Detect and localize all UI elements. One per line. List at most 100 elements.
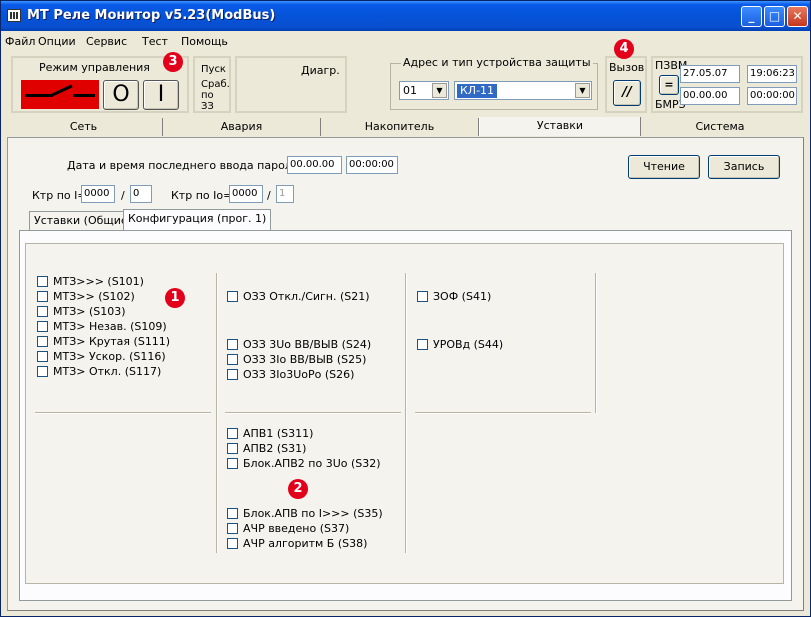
checkbox-label: МТЗ> Ускор. (S116) bbox=[53, 350, 166, 363]
checkbox-box[interactable] bbox=[37, 290, 48, 302]
control-mode-panel: Режим управления O I bbox=[11, 56, 189, 113]
checkbox-mtz-s103[interactable]: МТЗ> (S103) bbox=[37, 305, 126, 319]
menu-file[interactable]: Файл bbox=[5, 35, 35, 48]
checkbox-ozz-s25[interactable]: ОЗЗ 3Io ВВ/ВЫВ (S25) bbox=[227, 353, 367, 367]
tab-general-settings[interactable]: Уставки (Общие) bbox=[29, 211, 137, 230]
checkbox-ozz-s26[interactable]: ОЗЗ 3Io3UoРо (S26) bbox=[227, 368, 355, 382]
checkbox-label: МТЗ> (S103) bbox=[53, 305, 126, 318]
switch-state-indicator bbox=[21, 80, 99, 109]
checkbox-apv-s35[interactable]: Блок.АПВ по I>>> (S35) bbox=[227, 507, 383, 521]
checkbox-label: АЧР введено (S37) bbox=[243, 522, 350, 535]
minimize-button[interactable]: _ bbox=[741, 6, 762, 27]
app-icon bbox=[7, 9, 21, 22]
checkbox-box[interactable] bbox=[227, 442, 238, 454]
checkbox-box[interactable] bbox=[227, 290, 238, 302]
password-time-field[interactable]: 00:00:00 bbox=[346, 156, 398, 174]
checkbox-box[interactable] bbox=[227, 353, 238, 365]
checkbox-apv-s31[interactable]: АПВ2 (S31) bbox=[227, 442, 306, 456]
checkbox-achr-s37[interactable]: АЧР введено (S37) bbox=[227, 522, 350, 536]
write-button[interactable]: Запись bbox=[708, 155, 780, 179]
checkbox-label: ОЗЗ 3Io ВВ/ВЫВ (S25) bbox=[243, 353, 367, 366]
tab-storage[interactable]: Накопитель bbox=[321, 118, 479, 136]
column-separator-2 bbox=[405, 273, 407, 553]
call-button[interactable]: // bbox=[613, 80, 641, 106]
checkbox-box[interactable] bbox=[37, 365, 48, 377]
password-label: Дата и время последнего ввода пароля bbox=[67, 159, 299, 172]
checkbox-mtz-s102[interactable]: МТЗ>> (S102) bbox=[37, 290, 135, 304]
ktr-io-field[interactable]: 0000 bbox=[229, 185, 263, 203]
window-title: МТ Реле Монитор v5.23(ModBus) bbox=[27, 8, 276, 23]
call-panel: Вызов // bbox=[605, 56, 647, 113]
diagram-panel[interactable]: Диагр. bbox=[235, 56, 347, 113]
ktr-io-label: Ктр по Io= bbox=[171, 189, 233, 202]
switch-off-button[interactable]: O bbox=[103, 80, 139, 110]
checkbox-box[interactable] bbox=[37, 335, 48, 347]
checkbox-label: МТЗ>> (S102) bbox=[53, 290, 135, 303]
menu-service[interactable]: Сервис bbox=[86, 35, 127, 48]
main-tab-row: Сеть Авария Накопитель Уставки Система bbox=[5, 117, 805, 136]
checkbox-box[interactable] bbox=[227, 507, 238, 519]
relay-time-field[interactable]: 00:00:00 bbox=[747, 87, 797, 105]
tab-configuration[interactable]: Конфигурация (прог. 1) bbox=[123, 209, 272, 231]
ktr-i-field[interactable]: 0000 bbox=[81, 185, 115, 203]
checkbox-box[interactable] bbox=[227, 537, 238, 549]
checkbox-label: ЗОФ (S41) bbox=[433, 290, 492, 303]
start-label: Пуск bbox=[201, 64, 226, 75]
checkbox-mtz-s117[interactable]: МТЗ> Откл. (S117) bbox=[37, 365, 161, 379]
chevron-down-icon[interactable]: ▼ bbox=[432, 83, 447, 98]
pc-date-field[interactable]: 27.05.07 bbox=[680, 65, 740, 83]
checkbox-mtz-s111[interactable]: МТЗ> Крутая (S111) bbox=[37, 335, 170, 349]
checkbox-box[interactable] bbox=[37, 305, 48, 317]
maximize-button[interactable]: □ bbox=[764, 6, 785, 27]
control-mode-label: Режим управления bbox=[39, 61, 150, 74]
checkbox-box[interactable] bbox=[227, 368, 238, 380]
checkbox-label: ОЗЗ Откл./Сигн. (S21) bbox=[243, 290, 370, 303]
checkbox-box[interactable] bbox=[417, 338, 428, 350]
checkbox-ozz-s24[interactable]: ОЗЗ 3Uo ВВ/ВЫВ (S24) bbox=[227, 338, 371, 352]
checkbox-apv-s32[interactable]: Блок.АПВ2 по 3Uo (S32) bbox=[227, 457, 381, 471]
checkbox-box[interactable] bbox=[227, 457, 238, 469]
checkbox-urov-s44[interactable]: УРОВд (S44) bbox=[417, 338, 503, 352]
checkbox-label: Блок.АПВ2 по 3Uo (S32) bbox=[243, 457, 381, 470]
menu-test[interactable]: Тест bbox=[142, 35, 168, 48]
checkbox-box[interactable] bbox=[417, 290, 428, 302]
tab-settings[interactable]: Уставки bbox=[479, 117, 641, 136]
checkbox-label: ОЗЗ 3Io3UoРо (S26) bbox=[243, 368, 355, 381]
menu-help[interactable]: Помощь bbox=[181, 35, 228, 48]
menu-options[interactable]: Опции bbox=[38, 35, 76, 48]
checkbox-mtz-s109[interactable]: МТЗ> Незав. (S109) bbox=[37, 320, 167, 334]
callout-badge-1: 1 bbox=[165, 288, 185, 308]
ktr-i-label: Ктр по I= bbox=[32, 189, 87, 202]
address-select[interactable]: 01 ▼ bbox=[399, 81, 449, 100]
password-date-field[interactable]: 00.00.00 bbox=[287, 156, 342, 174]
checkbox-achr-s38[interactable]: АЧР алгоритм Б (S38) bbox=[227, 537, 367, 551]
ktr-i-divisor-field[interactable]: 0 bbox=[130, 185, 152, 203]
checkbox-box[interactable] bbox=[227, 338, 238, 350]
device-type-select[interactable]: КЛ-11 ▼ bbox=[454, 81, 592, 100]
switch-on-button[interactable]: I bbox=[143, 80, 179, 110]
checkbox-box[interactable] bbox=[37, 275, 48, 287]
relay-date-field[interactable]: 00.00.00 bbox=[680, 87, 740, 105]
checkbox-mtz-s116[interactable]: МТЗ> Ускор. (S116) bbox=[37, 350, 166, 364]
checkbox-box[interactable] bbox=[227, 427, 238, 439]
close-button[interactable]: ✕ bbox=[787, 6, 808, 27]
column-separator-1 bbox=[216, 273, 218, 553]
checkbox-box[interactable] bbox=[37, 350, 48, 362]
tab-system[interactable]: Система bbox=[641, 118, 799, 136]
trip-label-line1: Сраб. bbox=[201, 79, 230, 90]
tab-fault[interactable]: Авария bbox=[163, 118, 321, 136]
read-button[interactable]: Чтение bbox=[628, 155, 700, 179]
checkbox-box[interactable] bbox=[227, 522, 238, 534]
tab-network[interactable]: Сеть bbox=[5, 118, 163, 136]
checkbox-zof-s41[interactable]: ЗОФ (S41) bbox=[417, 290, 492, 304]
row-separator-1 bbox=[35, 412, 211, 414]
checkbox-ozz-s21[interactable]: ОЗЗ Откл./Сигн. (S21) bbox=[227, 290, 370, 304]
checkbox-apv-s311[interactable]: АПВ1 (S311) bbox=[227, 427, 313, 441]
checkbox-box[interactable] bbox=[37, 320, 48, 332]
sync-time-button[interactable]: = bbox=[659, 75, 679, 95]
device-type-value: КЛ-11 bbox=[457, 84, 498, 98]
pc-time-field[interactable]: 19:06:23 bbox=[747, 65, 797, 83]
chevron-down-icon[interactable]: ▼ bbox=[575, 83, 590, 98]
checkbox-mtz-s101[interactable]: МТЗ>>> (S101) bbox=[37, 275, 144, 289]
title-bar[interactable]: МТ Реле Монитор v5.23(ModBus) _ □ ✕ bbox=[1, 1, 810, 31]
